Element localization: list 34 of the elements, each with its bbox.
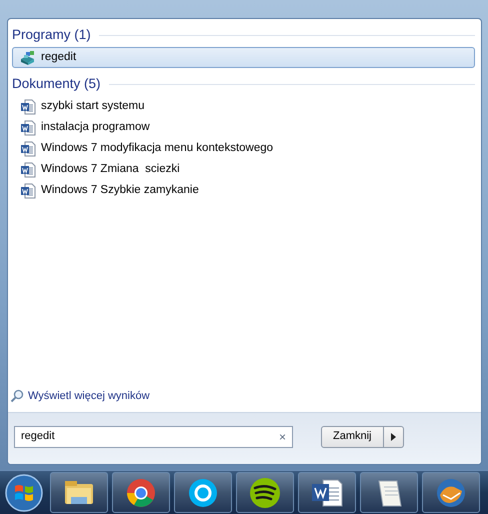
result-label: Windows 7 modyfikacja menu kontekstowego <box>41 141 274 156</box>
shutdown-button[interactable]: Zamknij <box>321 426 384 448</box>
result-label: Windows 7 Zmiana sciezki <box>41 162 180 178</box>
more-results-link[interactable]: Wyświetl więcej wyników <box>28 388 150 404</box>
result-item[interactable]: instalacja programow <box>12 118 475 138</box>
group-heading: Programy (1) <box>12 26 91 44</box>
search-icon <box>10 388 24 403</box>
result-label: instalacja programow <box>41 120 150 136</box>
shutdown-options-button[interactable] <box>384 426 404 448</box>
taskbar-button[interactable] <box>174 472 232 513</box>
result-item[interactable]: regedit <box>12 47 475 68</box>
group-heading: Dokumenty (5) <box>12 75 101 94</box>
result-item[interactable]: szybki start systemu <box>12 96 475 118</box>
registry-icon <box>20 50 36 66</box>
word-document-icon <box>20 183 36 199</box>
taskbar-button[interactable] <box>298 472 356 513</box>
taskbar-button[interactable] <box>112 472 170 513</box>
result-label: szybki start systemu <box>41 99 145 114</box>
result-item[interactable]: Windows 7 modyfikacja menu kontekstowego <box>12 138 475 160</box>
result-item[interactable]: Windows 7 Zmiana sciezki <box>12 160 475 180</box>
taskbar-button[interactable] <box>236 472 294 513</box>
word-document-icon <box>20 120 36 136</box>
taskbar-button[interactable] <box>422 472 480 513</box>
result-label: Windows 7 Szybkie zamykanie <box>41 183 199 198</box>
search-field[interactable]: regedit × <box>14 426 293 448</box>
taskbar-button[interactable] <box>50 472 108 513</box>
result-item[interactable]: Windows 7 Szybkie zamykanie <box>12 180 475 202</box>
word-document-icon <box>20 99 36 115</box>
word-document-icon <box>20 162 36 178</box>
taskbar-button[interactable] <box>360 472 418 513</box>
caret-icon <box>390 432 396 440</box>
result-label: regedit <box>41 50 76 66</box>
clear-button[interactable]: × <box>278 428 286 446</box>
word-document-icon <box>20 141 36 157</box>
